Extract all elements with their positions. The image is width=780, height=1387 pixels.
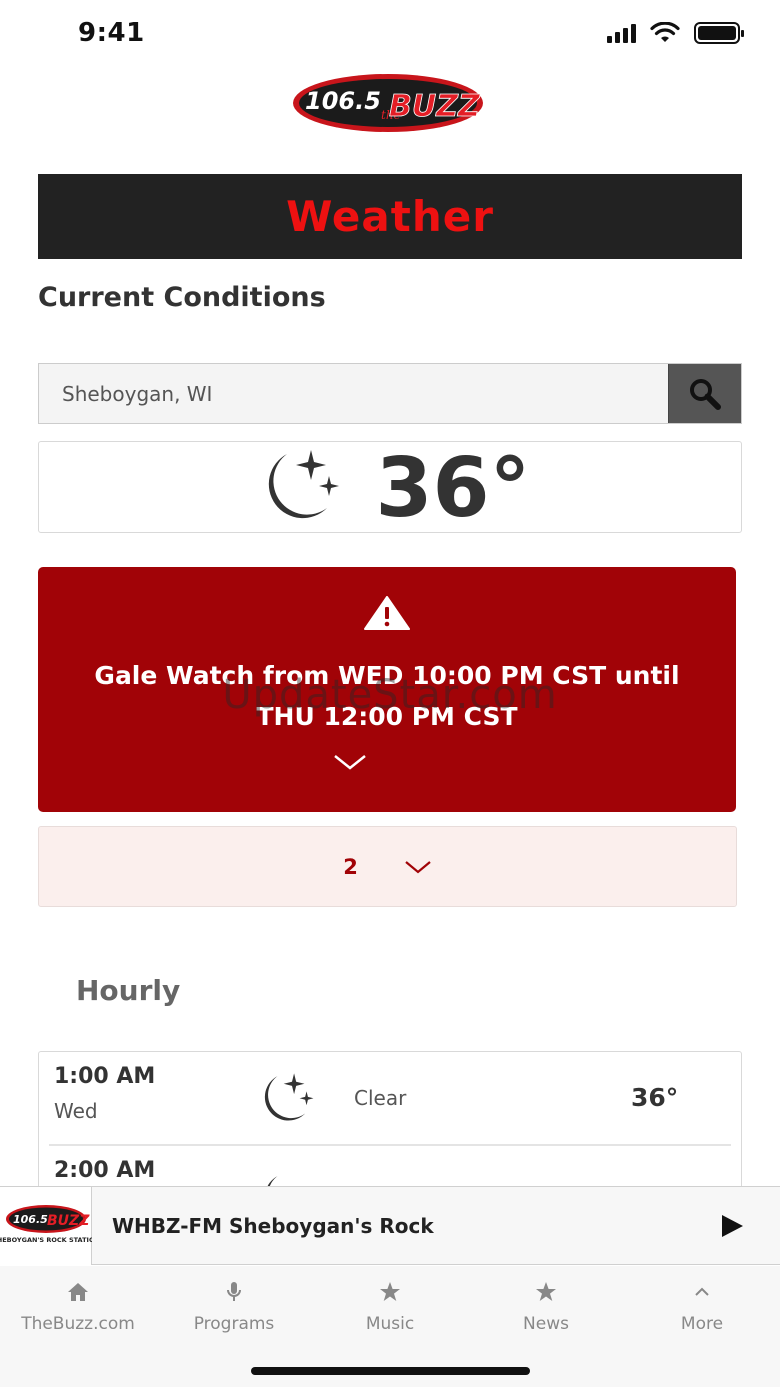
tab-thebuzz[interactable]: TheBuzz.com [0, 1278, 156, 1334]
tab-label: TheBuzz.com [21, 1314, 135, 1334]
play-icon[interactable] [719, 1213, 745, 1239]
watermark: UpdateStar.com [222, 672, 558, 718]
logo-freq: 106.5 [305, 87, 381, 115]
player-logo-sub: SHEBOYGAN'S ROCK STATION [0, 1236, 92, 1244]
search-icon [690, 378, 721, 410]
tab-music[interactable]: Music [312, 1278, 468, 1334]
chevron-down-icon [405, 860, 431, 873]
microphone-icon [227, 1282, 241, 1301]
chevron-down-icon[interactable] [333, 752, 367, 772]
tab-label: Programs [193, 1314, 275, 1334]
status-time: 9:41 [78, 18, 145, 48]
station-logo[interactable]: 106.5 the BUZZ [291, 72, 485, 134]
tab-programs[interactable]: Programs [156, 1278, 312, 1334]
player-station-logo: 106.5 BUZZ SHEBOYGAN'S ROCK STATION [0, 1187, 100, 1265]
table-row: 2:00 AM [49, 1144, 731, 1190]
hour-day: Wed [54, 1099, 98, 1123]
more-alerts-count: 2 [343, 854, 358, 879]
tab-news[interactable]: News [468, 1278, 624, 1334]
logo-brand: BUZZ [389, 89, 481, 124]
weather-header: Weather [38, 174, 742, 259]
moon-stars-icon [269, 450, 340, 519]
hour-time: 1:00 AM [54, 1064, 156, 1089]
status-bar: 9:41 [0, 0, 780, 70]
warning-icon [364, 596, 410, 630]
table-row: 1:00 AM Wed Clear 36° [49, 1052, 731, 1144]
hour-time: 2:00 AM [54, 1158, 156, 1183]
page-title: Weather [286, 192, 494, 241]
now-playing-bar[interactable]: 106.5 BUZZ SHEBOYGAN'S ROCK STATION WHBZ… [0, 1186, 780, 1265]
search-button[interactable] [668, 364, 741, 423]
tab-more[interactable]: More [624, 1278, 780, 1334]
svg-text:BUZZ: BUZZ [47, 1213, 90, 1229]
svg-text:106.5: 106.5 [13, 1213, 48, 1226]
hourly-table: 1:00 AM Wed Clear 36° 2:00 AM [38, 1051, 742, 1191]
moon-stars-icon [264, 1073, 314, 1121]
star-icon [536, 1282, 556, 1301]
hour-temperature: 36° [631, 1083, 679, 1112]
current-conditions-card: 36° [38, 441, 742, 533]
status-icons [607, 22, 744, 44]
star-icon [380, 1282, 400, 1301]
hourly-title: Hourly [76, 974, 181, 1007]
home-indicator[interactable] [251, 1367, 530, 1375]
location-search-input[interactable] [39, 364, 668, 423]
tab-label: Music [365, 1314, 415, 1334]
tab-label: News [523, 1314, 569, 1334]
current-conditions-title: Current Conditions [38, 282, 326, 313]
more-alerts-toggle[interactable]: 2 [38, 826, 737, 907]
station-name: WHBZ-FM Sheboygan's Rock [112, 1214, 434, 1238]
hour-condition: Clear [354, 1086, 407, 1110]
home-icon [68, 1283, 88, 1301]
wifi-icon [650, 22, 680, 42]
current-temperature: 36° [375, 441, 531, 536]
location-search [38, 363, 742, 424]
chevron-up-icon [695, 1287, 709, 1296]
tab-label: More [680, 1314, 724, 1334]
cellular-signal-icon [607, 23, 636, 43]
battery-icon [694, 22, 744, 44]
